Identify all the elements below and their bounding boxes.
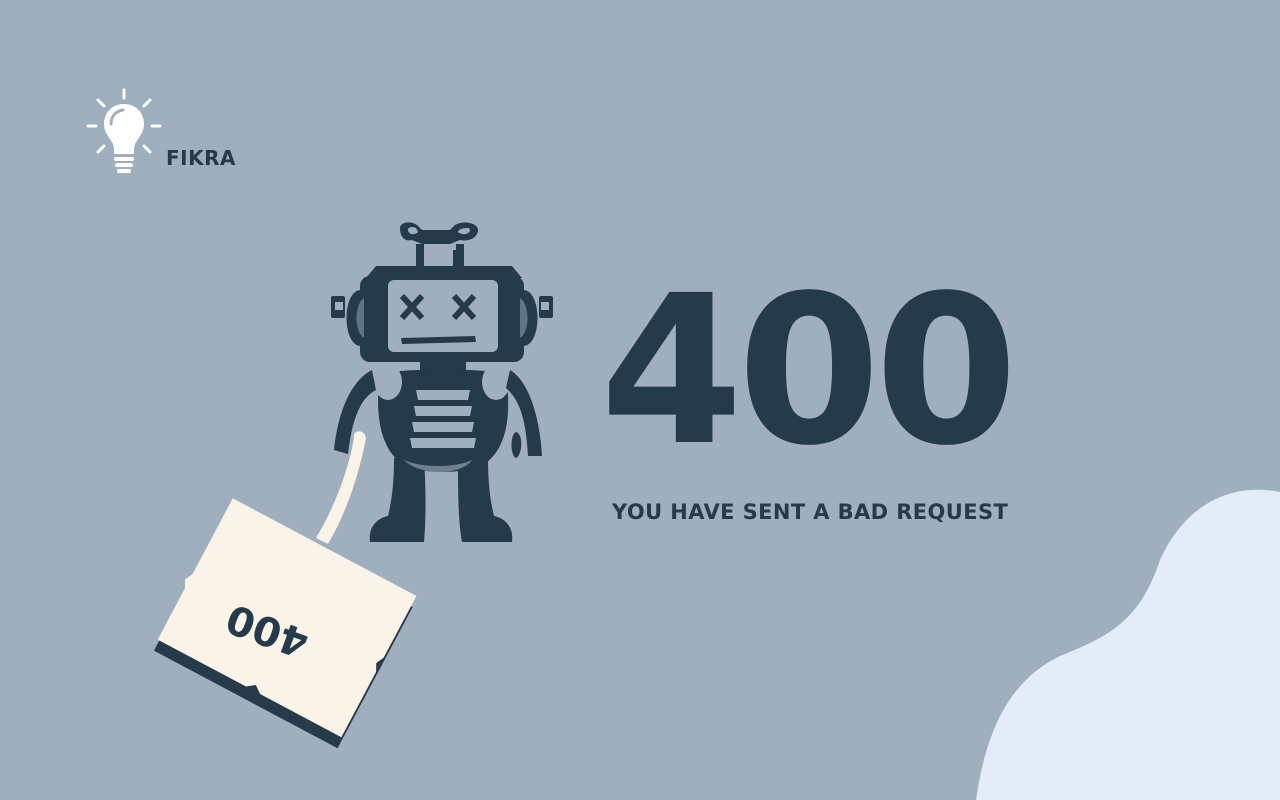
error-code: 400 [600, 251, 1018, 491]
error-message: YOU HAVE SENT A BAD REQUEST [612, 500, 1009, 524]
logo-text: FIKRA [166, 146, 236, 170]
broken-robot-illustration: 400 [153, 222, 553, 749]
lightbulb-icon [86, 88, 162, 173]
error-page: FIKRA 400 400 YOU HAVE SENT A BAD REQUES… [0, 0, 1280, 800]
fikra-logo[interactable]: FIKRA [86, 88, 236, 180]
